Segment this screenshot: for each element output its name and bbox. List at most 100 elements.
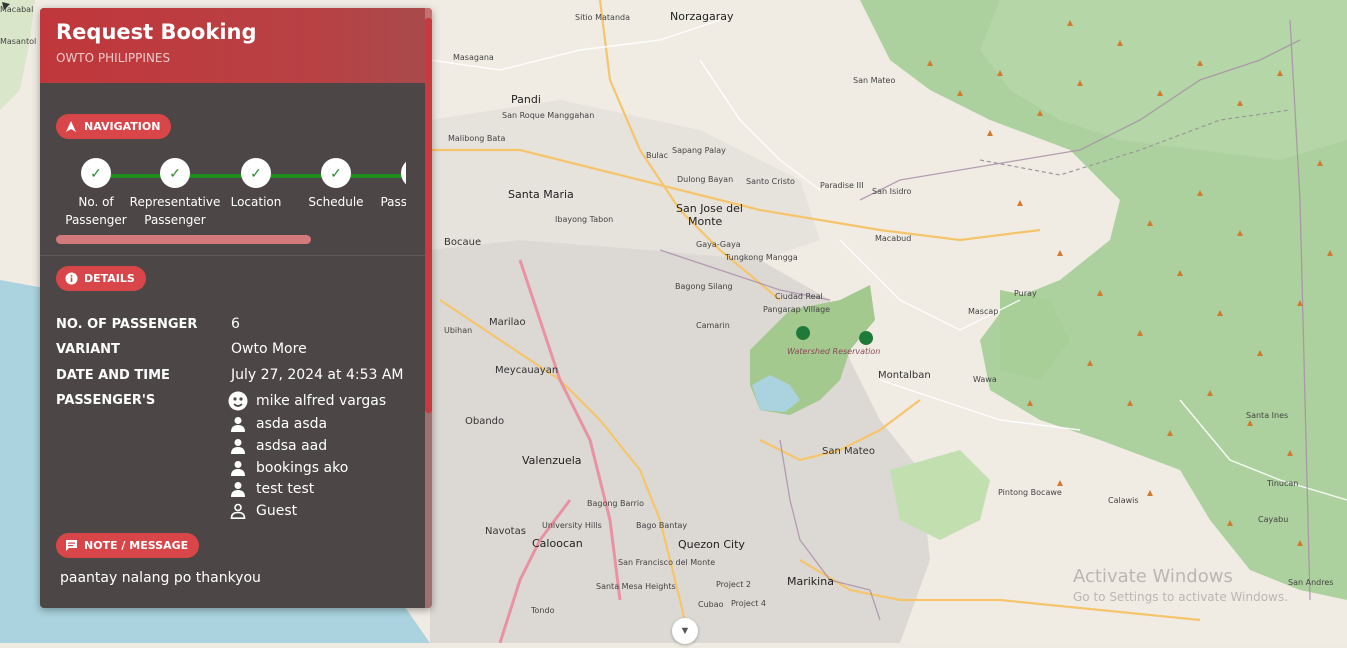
passenger-name: test test xyxy=(256,481,315,497)
variant-value: Owto More xyxy=(231,341,307,357)
map-label: Santa Mesa Heights xyxy=(596,582,676,591)
note-label: NOTE / MESSAGE xyxy=(84,539,189,552)
map-label: Ciudad Real xyxy=(775,292,823,301)
map-label: Ibayong Tabon xyxy=(555,215,614,224)
map-label: Malibong Bata xyxy=(448,134,506,143)
map-label: Pandi xyxy=(511,93,541,106)
activation-watermark-subtitle: Go to Settings to activate Windows. xyxy=(1073,590,1288,604)
message-icon xyxy=(64,539,78,553)
map-label: Gaya-Gaya xyxy=(696,240,741,249)
passenger-item: bookings ako xyxy=(228,458,348,478)
chevron-down-icon: ▼ xyxy=(679,625,691,637)
map-label: Dulong Bayan xyxy=(677,175,734,184)
step-passengers[interactable]: ✓ Passenger's xyxy=(370,158,406,211)
passenger-item: mike alfred vargas xyxy=(228,391,386,411)
person-icon xyxy=(228,436,248,456)
map-label: Bagong Barrio xyxy=(587,499,644,508)
map-label: Tungkong Mangga xyxy=(725,253,798,262)
request-booking-panel: Request Booking OWTO PHILIPPINES NAVIGAT… xyxy=(40,8,432,608)
map-label: San Mateo xyxy=(853,76,896,85)
passenger-name: asdsa aad xyxy=(256,438,328,454)
section-divider xyxy=(40,255,425,256)
navigation-label: NAVIGATION xyxy=(84,120,161,133)
map-label: Tinucan xyxy=(1267,479,1299,488)
no-of-passenger-value: 6 xyxy=(231,316,240,332)
person-outline-icon xyxy=(228,501,248,521)
map-label: Marilao xyxy=(489,317,526,328)
step-label: Location xyxy=(230,195,282,209)
map-label: Quezon City xyxy=(678,538,745,551)
check-icon: ✓ xyxy=(321,158,351,188)
map-label: Paradise III xyxy=(820,181,864,190)
passenger-name: mike alfred vargas xyxy=(256,393,387,409)
map-corner-icon[interactable] xyxy=(0,0,16,16)
map-label: Santo Cristo xyxy=(746,177,795,186)
map-label: Calawis xyxy=(1108,496,1139,505)
variant-label: VARIANT xyxy=(56,342,120,357)
map-label: Mascap xyxy=(968,307,999,316)
step-location[interactable]: ✓ Location xyxy=(210,158,302,211)
map-label: Navotas xyxy=(485,526,526,537)
map-label: University Hills xyxy=(542,521,602,530)
expand-down-button[interactable]: ▼ xyxy=(672,618,698,644)
map-label: Santa Maria xyxy=(508,188,574,201)
date-time-label: DATE AND TIME xyxy=(56,368,170,383)
map-label: Bago Bantay xyxy=(636,521,688,530)
person-icon xyxy=(228,414,248,434)
map-label: Valenzuela xyxy=(522,454,582,467)
no-of-passenger-label: NO. OF PASSENGER xyxy=(56,317,198,332)
booking-stepper: ✓ No. of Passenger ✓ Representative Pass… xyxy=(56,158,406,238)
passenger-item: Guest xyxy=(228,501,297,521)
check-icon: ✓ xyxy=(401,158,406,188)
passenger-name: bookings ako xyxy=(256,460,349,476)
passengers-label: PASSENGER'S xyxy=(56,393,156,408)
step-label: Passenger's xyxy=(380,195,406,209)
check-icon: ✓ xyxy=(81,158,111,188)
scrollbar-thumb[interactable] xyxy=(425,18,432,413)
passenger-item: asda asda xyxy=(228,414,327,434)
map-label: Sapang Palay xyxy=(672,146,726,155)
info-icon xyxy=(64,272,78,286)
map-label: Project 2 xyxy=(716,580,752,589)
check-icon: ✓ xyxy=(241,158,271,188)
map-label: Puray xyxy=(1014,289,1037,298)
details-label: DETAILS xyxy=(84,272,135,285)
map-label: Project 4 xyxy=(731,599,767,608)
note-section-badge: NOTE / MESSAGE xyxy=(56,533,200,558)
passenger-item: test test xyxy=(228,479,314,499)
panel-subtitle: OWTO PHILIPPINES xyxy=(56,51,171,65)
map-label: Wawa xyxy=(973,375,997,384)
note-message: paantay nalang po thankyou xyxy=(60,570,261,586)
map-label: Masagana xyxy=(453,53,494,62)
map-label: San Roque Manggahan xyxy=(502,111,595,120)
navigation-section-badge: NAVIGATION xyxy=(56,114,172,139)
person-icon xyxy=(228,479,248,499)
map-label: Camarin xyxy=(696,321,730,330)
map-label: Ubihan xyxy=(444,326,473,335)
passenger-name: asda asda xyxy=(256,416,328,432)
map-label: San Mateo xyxy=(822,446,875,457)
map-label: Bulac xyxy=(646,151,669,160)
passenger-name: Guest xyxy=(256,503,298,519)
map-label: Bocaue xyxy=(444,237,482,248)
date-time-value: July 27, 2024 at 4:53 AM xyxy=(231,367,404,383)
map-label: Cayabu xyxy=(1258,515,1289,524)
map-label: Pangarap Village xyxy=(763,305,831,314)
step-representative-passenger[interactable]: ✓ Representative Passenger xyxy=(129,158,221,229)
map-label: Sitio Matanda xyxy=(575,13,630,22)
step-schedule[interactable]: ✓ Schedule xyxy=(290,158,382,211)
step-label: Representative Passenger xyxy=(129,195,221,227)
activation-watermark-title: Activate Windows xyxy=(1073,566,1233,587)
avatar-face-icon xyxy=(228,391,248,411)
map-label: Masantol xyxy=(0,37,37,46)
map-label: Marikina xyxy=(787,575,834,588)
stepper-scroll-indicator[interactable] xyxy=(56,235,311,244)
panel-title: Request Booking xyxy=(56,20,257,44)
map-label: Macabud xyxy=(875,234,912,243)
map-label: Obando xyxy=(465,416,505,427)
panel-header: Request Booking OWTO PHILIPPINES xyxy=(40,8,432,83)
passenger-item: asdsa aad xyxy=(228,436,327,456)
navigation-arrow-icon xyxy=(64,120,78,134)
details-section-badge: DETAILS xyxy=(56,266,146,291)
map-label: San Andres xyxy=(1288,578,1334,587)
